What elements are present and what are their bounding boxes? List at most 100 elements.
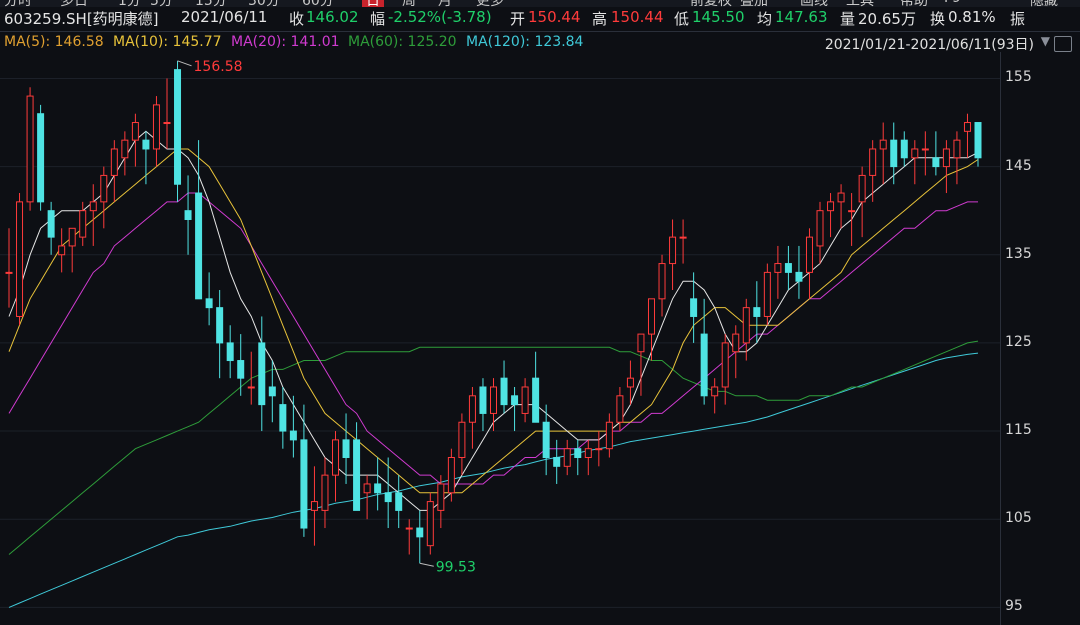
candle-body [79, 210, 87, 238]
high-label: 高 [592, 10, 608, 28]
candle-body [574, 448, 582, 459]
turnover-label: 换 [930, 10, 946, 28]
toolbar-item-10[interactable]: 更多 [476, 0, 504, 7]
candle-body [353, 439, 361, 511]
open-value: 150.44 [528, 8, 581, 26]
candle-body [279, 404, 287, 432]
candle-body [953, 139, 961, 159]
candle-body [216, 307, 224, 344]
candle-body [447, 457, 455, 494]
candle-body [890, 139, 898, 168]
candle-body [805, 236, 813, 273]
candle-body [258, 342, 266, 406]
toolbar-item-6[interactable]: 60分 [302, 0, 334, 7]
candle-body [616, 395, 624, 423]
candle-body [174, 69, 182, 185]
low-value: 145.50 [692, 8, 745, 26]
candle-body [869, 148, 877, 176]
toolbar-item-12[interactable]: 叠加 [740, 0, 768, 7]
change-value: -2.52%(-3.78) [388, 8, 492, 26]
candle-body [827, 201, 835, 212]
toolbar-item-9[interactable]: 月 [438, 0, 452, 7]
toolbar-item-8[interactable]: 周 [402, 0, 416, 7]
candle-body [700, 333, 708, 397]
candle-body [468, 395, 476, 423]
candle-body [605, 421, 613, 450]
dropdown-triangle-icon[interactable]: ▼ [1041, 34, 1050, 48]
candle-body [595, 448, 603, 451]
candle-body [184, 210, 192, 220]
toolbar-item-1[interactable]: 多日 [60, 0, 88, 7]
toolbar-item-15[interactable]: 帮助 [900, 0, 928, 7]
close-label: 收 [289, 10, 305, 28]
divider [0, 31, 1080, 32]
candle-body [16, 201, 24, 317]
toolbar-item-17[interactable]: 隐藏 [1030, 0, 1058, 7]
ma20-label: MA(20): 141.01 [231, 34, 340, 50]
candle-body [342, 439, 350, 459]
stock-symbol[interactable]: 603259.SH[药明康德] [4, 8, 159, 29]
candle-body [195, 192, 203, 300]
candle-body [511, 395, 519, 406]
toolbar-item-4[interactable]: 15分 [195, 0, 227, 7]
candle-body [110, 148, 118, 176]
candle-body [584, 448, 592, 459]
candle-body [753, 307, 761, 317]
candle-body [932, 157, 940, 168]
candle-body [426, 501, 434, 547]
toolbar-item-0[interactable]: 分时 [4, 0, 32, 7]
candle-body [437, 483, 445, 511]
high-pointer [177, 60, 192, 67]
candle-body [47, 210, 55, 238]
toolbar-item-3[interactable]: 5分 [150, 0, 173, 7]
candle-body [900, 139, 908, 159]
candle-body [732, 333, 740, 353]
toolbar-item-5[interactable]: 30分 [248, 0, 280, 7]
candle-body [58, 245, 66, 256]
y-tick-95: 95 [1005, 598, 1023, 615]
candle-body [521, 386, 529, 414]
date-range[interactable]: 2021/01/21-2021/06/11(93日) [825, 34, 1034, 54]
candle-body [100, 174, 108, 203]
quote-bar: 603259.SH[药明康德] 2021/06/11 收 146.02 幅 -2… [0, 8, 1080, 30]
candle-body [384, 492, 392, 503]
period-toolbar: 分时 多日 1分 5分 15分 30分 60分 日 周 月 更多 前复权 叠加 画线 工具 帮助 F9 隐藏 [0, 0, 1080, 7]
amplitude-label: 振 [1010, 10, 1026, 28]
toolbar-item-13[interactable]: 画线 [800, 0, 828, 7]
candle-body [690, 298, 698, 317]
toolbar-item-16[interactable]: F9 [944, 0, 961, 6]
close-value: 146.02 [306, 8, 359, 26]
candle-body [237, 360, 245, 379]
candle-body [563, 448, 571, 467]
avg-label: 均 [757, 10, 773, 28]
lock-icon[interactable] [1054, 36, 1072, 52]
candle-body [679, 236, 687, 239]
toolbar-item-7[interactable]: 日 [362, 0, 384, 7]
candle-body [321, 474, 329, 511]
candle-body [89, 201, 97, 212]
candle-body [490, 386, 497, 414]
candle-body [669, 236, 677, 265]
candle-body [742, 307, 750, 344]
candle-body [647, 298, 655, 335]
candle-body [163, 122, 171, 125]
candle-body [837, 192, 845, 203]
candle-body [37, 113, 45, 203]
ma5-label: MA(5): 146.58 [4, 34, 104, 50]
ma60-label: MA(60): 125.20 [348, 34, 457, 50]
ma5-line [8, 130, 979, 511]
candle-body [5, 271, 13, 274]
candle-body [816, 210, 824, 247]
toolbar-item-2[interactable]: 1分 [118, 0, 141, 7]
candle-body [121, 139, 129, 159]
candle-body [553, 457, 561, 467]
candle-body [152, 104, 160, 150]
toolbar-item-11[interactable]: 前复权 [690, 0, 732, 7]
candle-body [963, 122, 971, 132]
candlestick-chart[interactable]: 156.58 99.53 [0, 52, 1000, 625]
toolbar-item-14[interactable]: 工具 [846, 0, 874, 7]
candle-body [479, 386, 487, 414]
candle-body [763, 271, 771, 317]
candle-body [268, 386, 276, 397]
y-axis-line [1000, 52, 1001, 625]
